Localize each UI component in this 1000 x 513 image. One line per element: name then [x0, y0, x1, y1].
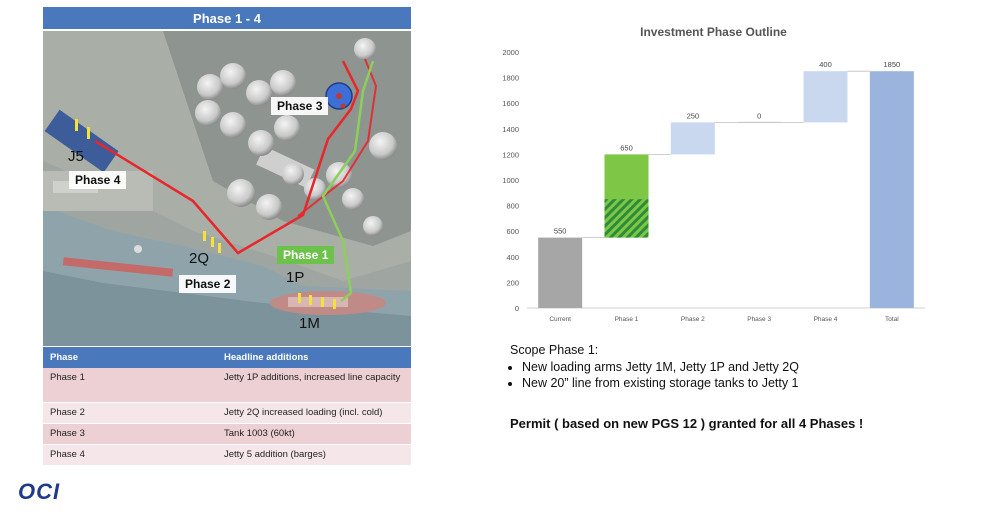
map-title-banner: Phase 1 - 4 — [43, 7, 411, 29]
scope-list: New loading arms Jetty 1M, Jetty 1P and … — [510, 360, 799, 390]
data-label: 650 — [620, 143, 633, 152]
jetty-2q-label: 2Q — [189, 250, 210, 267]
scope-heading: Scope Phase 1: — [510, 343, 599, 357]
bar-phase-1-hatched — [604, 199, 649, 238]
table-cell: Jetty 2Q increased loading (incl. cold) — [217, 402, 411, 424]
bar-phase-2 — [670, 122, 715, 155]
y-tick-label: 0 — [515, 304, 519, 313]
table-cell: Phase 3 — [43, 423, 217, 445]
phase-2-label: Phase 2 — [179, 275, 237, 293]
table-header-row: Phase Headline additions — [43, 347, 411, 368]
data-label: 550 — [554, 227, 567, 236]
y-tick-label: 600 — [506, 227, 519, 236]
y-tick-label: 1800 — [502, 74, 519, 83]
x-tick-label: Phase 4 — [814, 316, 838, 323]
x-tick-label: Phase 1 — [615, 316, 639, 323]
y-tick-label: 800 — [506, 202, 519, 211]
y-tick-label: 400 — [506, 253, 519, 262]
phase-3-label: Phase 3 — [271, 97, 329, 115]
scope-bullet: New 20” line from existing storage tanks… — [522, 376, 799, 390]
data-label: 1850 — [883, 60, 900, 69]
y-tick-label: 1400 — [502, 125, 519, 134]
x-tick-label: Phase 3 — [747, 316, 771, 323]
table-cell: Phase 1 — [43, 368, 217, 403]
phase-1-label: Phase 1 — [277, 246, 335, 264]
site-map: Phase 3 J5 Phase 4 Phase 1 2Q 1P Phase 2… — [43, 31, 411, 346]
investment-chart: Investment Phase Outline 0 200 400 600 800 10… — [495, 20, 932, 330]
y-tick-label: 2000 — [502, 48, 519, 57]
bar-total — [869, 71, 914, 308]
y-tick-label: 1000 — [502, 176, 519, 185]
data-label: 0 — [757, 111, 761, 120]
y-tick-label: 1600 — [502, 99, 519, 108]
chart-title: Investment Phase Outline — [640, 25, 787, 39]
x-tick-label: Phase 2 — [681, 316, 705, 323]
jetty-j5-label: J5 — [68, 148, 84, 165]
column-header-phase: Phase — [43, 347, 217, 368]
table-row: Phase 2 Jetty 2Q increased loading (incl… — [43, 402, 411, 424]
bar-phase-4 — [803, 71, 848, 123]
table-cell: Jetty 5 addition (barges) — [217, 444, 411, 466]
x-tick-label: Total — [885, 316, 899, 323]
table-row: Phase 3 Tank 1003 (60kt) — [43, 423, 411, 445]
scope-section: Scope Phase 1: New loading arms Jetty 1M… — [510, 343, 799, 392]
table-cell: Tank 1003 (60kt) — [217, 423, 411, 445]
jetty-1m-label: 1M — [299, 315, 320, 332]
phase-4-label: Phase 4 — [69, 171, 127, 189]
waterfall-chart-svg: 0 200 400 600 800 1000 1200 1400 1600 1800 2000 550… — [502, 48, 925, 323]
bar-current — [538, 237, 583, 308]
data-label: 400 — [819, 60, 832, 69]
oci-logo: OCI — [18, 479, 61, 504]
permit-statement: Permit ( based on new PGS 12 ) granted f… — [510, 416, 864, 431]
table-row: Phase 1 Jetty 1P additions, increased li… — [43, 368, 411, 403]
jetty-1p-label: 1P — [286, 269, 305, 286]
column-header-additions: Headline additions — [217, 347, 411, 368]
y-tick-label: 200 — [506, 278, 519, 287]
table-cell: Phase 2 — [43, 402, 217, 424]
table-cell: Phase 4 — [43, 444, 217, 466]
table-cell: Jetty 1P additions, increased line capac… — [217, 368, 411, 403]
x-tick-label: Current — [549, 316, 571, 323]
scope-bullet: New loading arms Jetty 1M, Jetty 1P and … — [522, 360, 799, 374]
y-tick-label: 1200 — [502, 150, 519, 159]
data-label: 250 — [687, 111, 700, 120]
table-row: Phase 4 Jetty 5 addition (barges) — [43, 444, 411, 466]
phase-additions-table: Phase Headline additions Phase 1 Jetty 1… — [43, 347, 411, 466]
